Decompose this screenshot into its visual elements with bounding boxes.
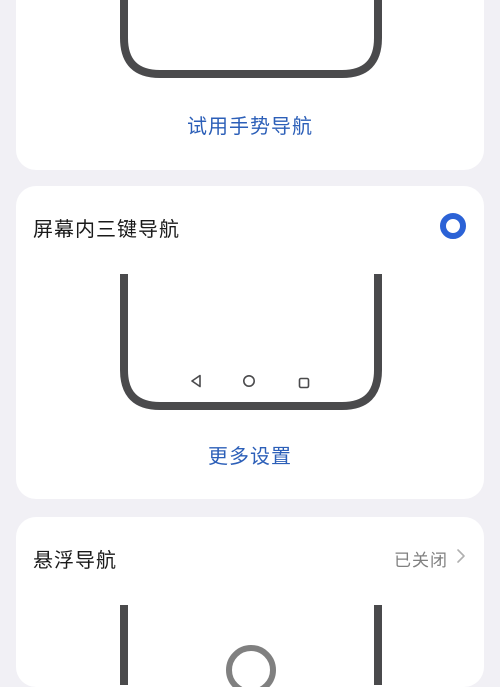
floating-nav-title: 悬浮导航 [33, 548, 117, 572]
three-key-navigation-card[interactable]: 屏幕内三键导航 更多设置 [16, 186, 484, 499]
floating-nav-button-icon [224, 643, 278, 687]
home-icon [242, 373, 256, 387]
back-icon [190, 373, 202, 388]
chevron-right-icon [456, 548, 466, 564]
three-key-title: 屏幕内三键导航 [33, 217, 180, 241]
recent-apps-icon [298, 374, 310, 389]
gesture-phone-preview [116, 0, 386, 80]
three-key-radio-selected[interactable] [440, 213, 466, 239]
gesture-navigation-card[interactable]: 试用手势导航 [16, 0, 484, 170]
more-settings-button[interactable]: 更多设置 [16, 440, 484, 469]
floating-nav-status: 已关闭 [394, 551, 448, 571]
try-gesture-button[interactable]: 试用手势导航 [16, 110, 484, 139]
three-key-phone-preview [116, 274, 386, 414]
